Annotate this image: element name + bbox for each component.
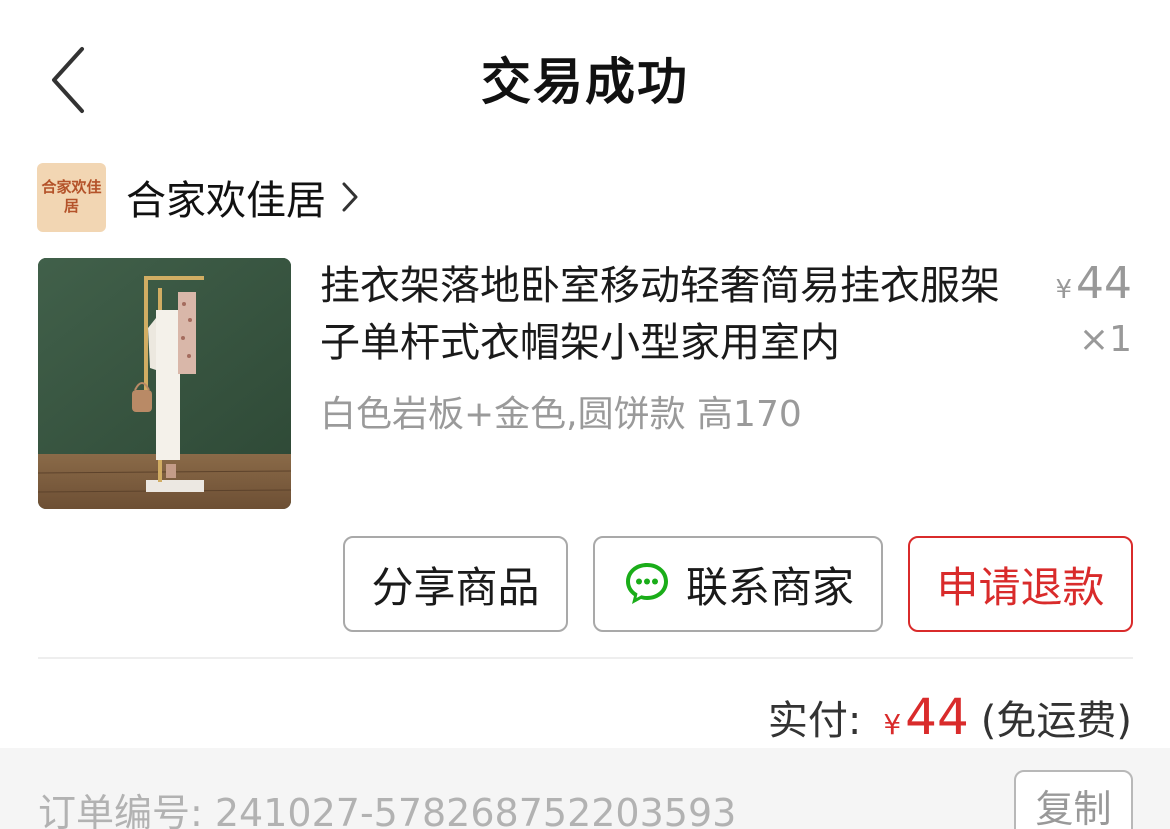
copy-label: 复制 <box>1035 786 1112 829</box>
header-bar: 交易成功 <box>0 0 1170 160</box>
share-product-label: 分享商品 <box>371 562 540 612</box>
price-column: ¥44 ×1 <box>1055 258 1132 364</box>
product-title[interactable]: 挂衣架落地卧室移动轻奢简易挂衣服架子单杆式衣帽架小型家用室内 <box>320 258 1000 372</box>
unit-price-value: 44 <box>1076 258 1132 309</box>
wechat-chat-icon <box>622 559 672 609</box>
shop-link[interactable]: 合家欢佳居 合家欢佳居 <box>37 162 360 232</box>
order-number: 订单编号: 241027-578268752203593 <box>38 791 737 829</box>
paid-label: 实付: <box>767 698 862 744</box>
paid-amount: 44 <box>905 688 969 746</box>
copy-button[interactable]: 复制 <box>1014 770 1133 829</box>
shop-name: 合家欢佳居 <box>126 178 326 224</box>
page-title: 交易成功 <box>481 53 689 111</box>
shipping-note: (免运费) <box>980 698 1132 744</box>
contact-merchant-button[interactable]: 联系商家 <box>593 536 883 632</box>
share-product-button[interactable]: 分享商品 <box>343 536 568 632</box>
unit-price: ¥44 <box>1055 258 1132 316</box>
contact-merchant-label: 联系商家 <box>685 562 854 612</box>
chevron-right-icon <box>340 180 360 214</box>
shop-logo-text: 合家欢佳居 <box>41 178 102 215</box>
paid-amount-row: 实付: ¥ 44 (免运费) <box>768 688 1132 746</box>
request-refund-button[interactable]: 申请退款 <box>908 536 1133 632</box>
quantity: ×1 <box>1078 319 1132 360</box>
shop-logo: 合家欢佳居 <box>37 162 106 232</box>
unit-price-currency: ¥ <box>1055 275 1072 305</box>
paid-currency: ¥ <box>883 708 902 741</box>
order-card: 合家欢佳居 合家欢佳居 挂衣架落地卧室移动轻奢简易挂衣服架子单杆式衣帽架小型家用… <box>0 160 1170 748</box>
product-image[interactable] <box>38 258 291 509</box>
product-spec: 白色岩板+金色,圆饼款 高170 <box>320 394 802 435</box>
request-refund-label: 申请退款 <box>936 562 1105 612</box>
divider <box>38 657 1133 659</box>
